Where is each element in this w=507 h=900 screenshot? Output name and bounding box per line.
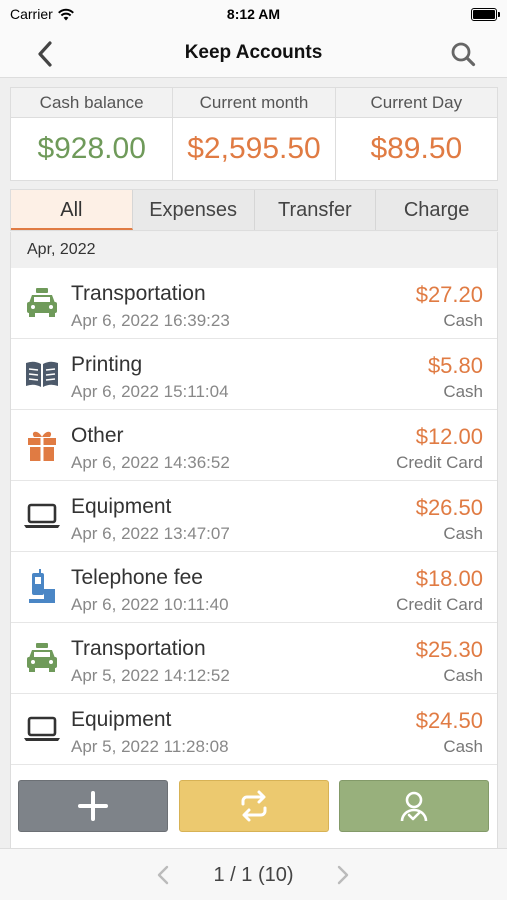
search-button[interactable] [447,38,479,70]
laptop-icon [23,498,61,534]
transaction-amount: $18.00 [415,566,483,591]
transaction-date: Apr 6, 2022 10:11:40 [71,595,229,614]
transaction-method: Cash [443,737,483,756]
search-icon [451,42,476,67]
transaction-method: Cash [443,666,483,685]
transaction-date: Apr 6, 2022 13:47:07 [71,524,230,543]
transaction-row[interactable]: Printing Apr 6, 2022 15:11:04 $5.80 Cash [11,339,497,410]
phone-icon [23,569,61,605]
summary-label: Current month [173,88,335,118]
summary-current-day: Current Day $89.50 [335,88,497,180]
transaction-amount: $24.50 [415,708,483,733]
transaction-row[interactable]: Equipment Apr 6, 2022 13:47:07 $26.50 Ca… [11,481,497,552]
transaction-method: Credit Card [396,453,483,472]
summary-value: $2,595.50 [187,132,321,165]
action-bar [18,780,490,834]
person-icon [400,791,428,822]
transaction-row[interactable]: Transportation Apr 6, 2022 16:39:23 $27.… [11,268,497,339]
transfer-button[interactable] [179,780,329,832]
transaction-amount: $27.20 [415,282,483,307]
summary-value: $89.50 [370,132,463,165]
battery-icon [471,8,500,21]
person-button[interactable] [339,780,489,832]
gift-icon [23,427,61,463]
status-time: 8:12 AM [226,6,281,22]
transaction-date: Apr 6, 2022 15:11:04 [71,382,229,401]
transaction-title: Equipment [71,708,172,731]
transaction-method: Cash [443,524,483,543]
transaction-title: Telephone fee [71,566,203,589]
transaction-title: Transportation [71,637,206,660]
chevron-right-icon [337,865,349,885]
taxi-icon [23,285,61,321]
transaction-row[interactable]: Transportation Apr 5, 2022 14:12:52 $25.… [11,623,497,694]
summary-panel: Cash balance $928.00 Current month $2,59… [10,87,498,181]
taxi-icon [23,640,61,676]
back-button[interactable] [30,38,60,70]
transaction-title: Printing [71,353,143,376]
transaction-row[interactable]: Telephone fee Apr 6, 2022 10:11:40 $18.0… [11,552,497,623]
transaction-list[interactable]: Transportation Apr 6, 2022 16:39:23 $27.… [10,268,498,848]
page-title: Keep Accounts [184,42,323,63]
page-indicator: 1 / 1 (10) [213,864,294,886]
tab-expenses[interactable]: Expenses [133,190,255,230]
laptop-icon [23,711,61,747]
chevron-left-icon [38,41,52,67]
transaction-title: Other [71,424,124,447]
filter-tabs: All Expenses Transfer Charge [10,189,498,231]
tab-transfer[interactable]: Transfer [255,190,377,230]
transaction-title: Transportation [71,282,206,305]
transaction-amount: $25.30 [415,637,483,662]
transaction-method: Cash [443,311,483,330]
tab-charge[interactable]: Charge [376,190,497,230]
summary-label: Cash balance [11,88,173,118]
summary-current-month: Current month $2,595.50 [173,88,336,180]
status-bar: Carrier 8:12 AM [0,0,507,30]
pagination-bar: 1 / 1 (10) [0,848,507,900]
month-section-header: Apr, 2022 [10,232,498,268]
transaction-date: Apr 6, 2022 14:36:52 [71,453,230,472]
plus-icon [78,791,108,821]
transaction-amount: $12.00 [415,424,483,449]
transaction-date: Apr 6, 2022 16:39:23 [71,311,230,330]
transaction-row[interactable]: Equipment Apr 5, 2022 11:28:08 $24.50 Ca… [11,694,497,765]
transaction-date: Apr 5, 2022 14:12:52 [71,666,230,685]
summary-label: Current Day [335,88,497,118]
transaction-amount: $26.50 [415,495,483,520]
book-icon [23,356,61,392]
transaction-row[interactable]: Other Apr 6, 2022 14:36:52 $12.00 Credit… [11,410,497,481]
tab-all[interactable]: All [11,190,133,230]
navigation-bar: Keep Accounts [0,30,507,78]
transaction-date: Apr 5, 2022 11:28:08 [71,737,229,756]
transaction-title: Equipment [71,495,172,518]
transaction-method: Credit Card [396,595,483,614]
transaction-method: Cash [443,382,483,401]
next-page-button[interactable] [330,861,356,889]
summary-cash-balance: Cash balance $928.00 [11,88,174,180]
transaction-amount: $5.80 [427,353,483,378]
summary-value: $928.00 [37,132,146,165]
repeat-icon [241,790,267,822]
add-button[interactable] [18,780,168,832]
